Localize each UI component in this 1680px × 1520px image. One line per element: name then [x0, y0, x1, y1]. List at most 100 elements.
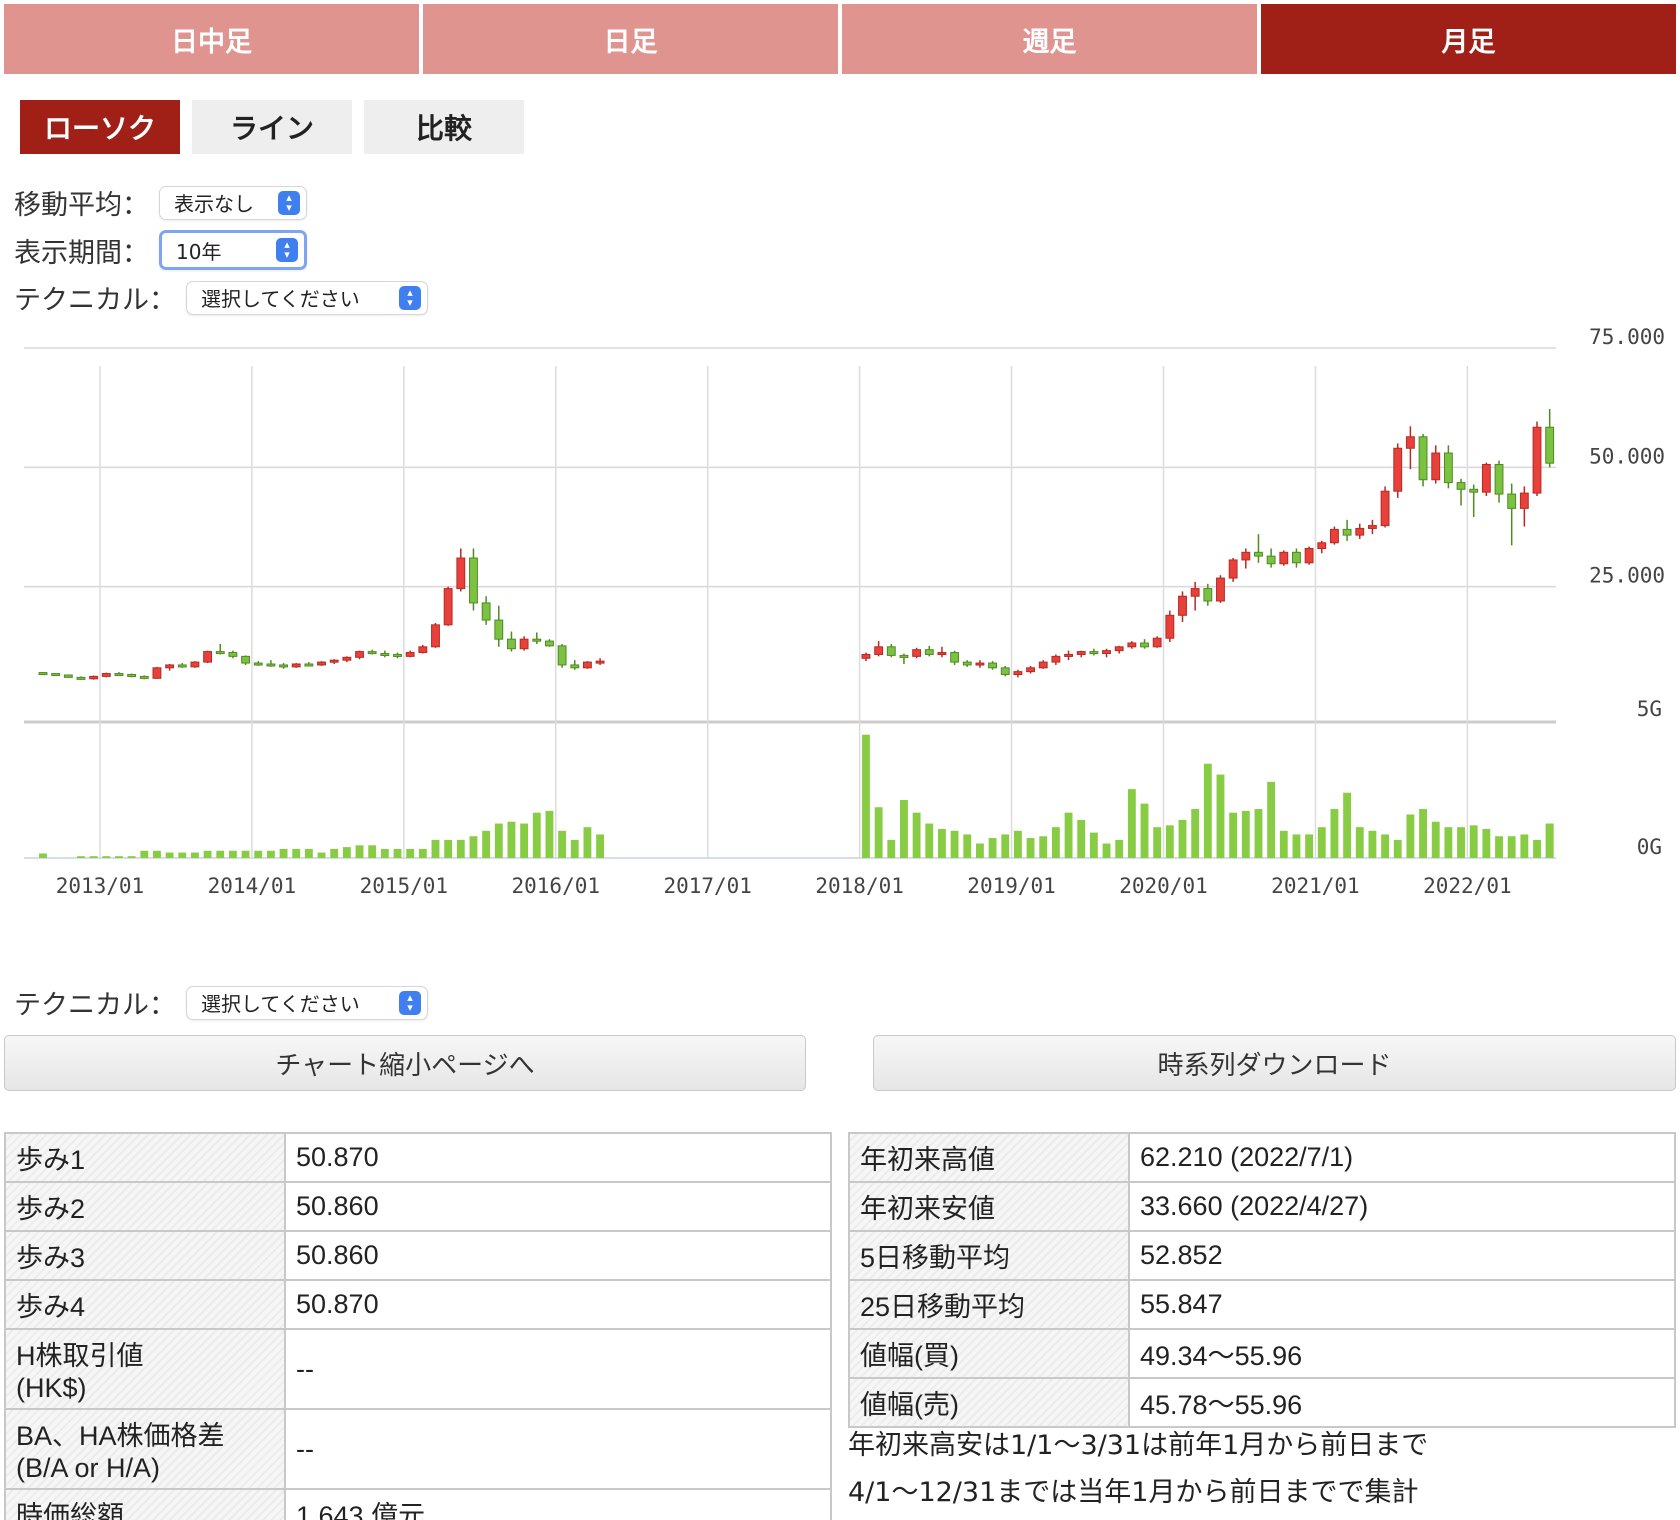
candle-body	[557, 645, 567, 666]
candle-body	[1418, 436, 1428, 481]
volume-bar	[292, 848, 301, 858]
moving-average-select[interactable]: 表示なし ▴ ▾	[159, 185, 307, 220]
table-row: 年初来安値 33.660 (2022/4/27)	[848, 1181, 1676, 1232]
volume-bar	[558, 830, 567, 858]
candlestick-button[interactable]: ローソク	[20, 100, 180, 154]
candle-body	[1507, 493, 1517, 509]
volume-bar	[1102, 843, 1111, 858]
volume-bar	[1216, 774, 1225, 858]
candle-body	[1545, 426, 1555, 464]
candle-body	[1216, 577, 1225, 602]
volume-bar	[1254, 809, 1263, 858]
volume-bar	[1482, 828, 1491, 858]
candle-body	[1279, 551, 1289, 565]
y-tick-label: 50.000	[1589, 444, 1665, 468]
candle-body	[1532, 426, 1542, 494]
candle-body	[380, 652, 390, 656]
row-value: 49.34〜55.96	[1128, 1328, 1676, 1379]
candle-body	[1089, 651, 1099, 655]
period-select[interactable]: 10年 ▴ ▾	[159, 230, 307, 270]
candle-body	[874, 646, 884, 655]
candle-body	[1367, 525, 1377, 529]
volume-bar	[203, 850, 212, 858]
tab-weekly[interactable]: 週足	[842, 4, 1257, 74]
volume-bar	[456, 839, 465, 858]
row-key: 年初来安値	[848, 1181, 1130, 1232]
candle-body	[469, 557, 478, 604]
row-value: 50.860	[284, 1230, 832, 1281]
candle-body	[139, 675, 149, 679]
row-key: 時価総額	[4, 1488, 286, 1520]
row-value: 33.660 (2022/4/27)	[1128, 1181, 1676, 1232]
candle-body	[291, 663, 301, 668]
technical-select[interactable]: 選択してください ▴ ▾	[186, 280, 428, 315]
candle-body	[203, 651, 213, 663]
volume-bar	[950, 830, 959, 858]
volume-bar	[925, 823, 934, 858]
volume-bar	[1001, 834, 1010, 858]
candle-body	[582, 661, 592, 669]
volume-bar	[178, 852, 187, 858]
technical-label-2: テクニカル：	[14, 990, 176, 1021]
candle-body	[1114, 646, 1124, 652]
volume-bar	[1495, 836, 1503, 858]
row-key: 歩み2	[4, 1181, 286, 1232]
shrink-chart-button[interactable]: チャート縮小ページへ	[4, 1035, 806, 1091]
candle-body	[51, 673, 61, 677]
candle-body	[152, 667, 162, 679]
tab-daily[interactable]: 日足	[423, 4, 838, 74]
row-key: BA、HA株価格差 (B/A or H/A)	[4, 1408, 286, 1490]
row-value: 45.78〜55.96	[1128, 1377, 1676, 1428]
table-row: BA、HA株価格差 (B/A or H/A) --	[4, 1408, 832, 1490]
compare-button[interactable]: 比較	[364, 100, 524, 154]
candle-body	[1241, 551, 1251, 561]
candle-body	[1165, 614, 1175, 639]
x-tick-label: 2022/01	[1423, 874, 1512, 898]
row-key: 歩み4	[4, 1279, 286, 1330]
x-tick-label: 2020/01	[1119, 874, 1208, 898]
y-tick-label: 75.000	[1589, 325, 1665, 349]
candle-body	[899, 654, 909, 658]
candle-body	[317, 661, 326, 666]
candle-body	[443, 588, 453, 626]
table-row: 年初来高値 62.210 (2022/7/1)	[848, 1132, 1676, 1183]
volume-bar	[1343, 792, 1352, 858]
candle-body	[912, 649, 922, 657]
volume-bar	[418, 848, 427, 858]
candle-body	[1469, 488, 1479, 493]
select-arrows-icon: ▴ ▾	[399, 990, 421, 1015]
candle-body	[545, 640, 554, 647]
technical-label: テクニカル：	[14, 285, 176, 316]
volume-bar	[1279, 830, 1288, 858]
volume-bar	[1127, 789, 1136, 858]
price-info-table-right: 年初来高値 62.210 (2022/7/1) 年初来安値 33.660 (2022/…	[848, 1132, 1676, 1428]
candle-body	[1405, 436, 1415, 449]
volume-bar	[355, 845, 364, 858]
volume-bar	[317, 852, 326, 858]
volume-bar	[304, 848, 313, 858]
candle-body	[1152, 637, 1162, 648]
price-chart[interactable]: 2013/01 2014/01 2015/01 2016/01 2017/01 2018/…	[0, 318, 1680, 908]
tab-intraday[interactable]: 日中足	[4, 4, 419, 74]
moving-average-label: 移動平均：	[14, 190, 149, 221]
line-button[interactable]: ライン	[192, 100, 352, 154]
y-tick-label: 25.000	[1589, 564, 1665, 588]
candle-body	[405, 652, 415, 657]
moving-average-control: 移動平均： 表示なし ▴ ▾	[14, 183, 307, 222]
candle-body	[165, 664, 175, 669]
candle-body	[519, 638, 529, 650]
candle-body	[1127, 642, 1137, 648]
table-row: 歩み3 50.860	[4, 1230, 832, 1281]
table-row: 歩み2 50.860	[4, 1181, 832, 1232]
volume-bar	[1140, 803, 1149, 858]
volume-bar	[570, 839, 579, 858]
volume-bar	[1191, 809, 1200, 858]
volume-bar	[988, 838, 997, 858]
technical-select-2[interactable]: 選択してください ▴ ▾	[186, 985, 428, 1020]
volume-bar	[1317, 827, 1326, 858]
table-row: 値幅(売) 45.78〜55.96	[848, 1377, 1676, 1428]
download-timeseries-button[interactable]: 時系列ダウンロード	[873, 1035, 1676, 1091]
tab-monthly[interactable]: 月足	[1261, 4, 1676, 74]
row-key: 値幅(売)	[848, 1377, 1130, 1428]
candle-body	[950, 652, 960, 663]
